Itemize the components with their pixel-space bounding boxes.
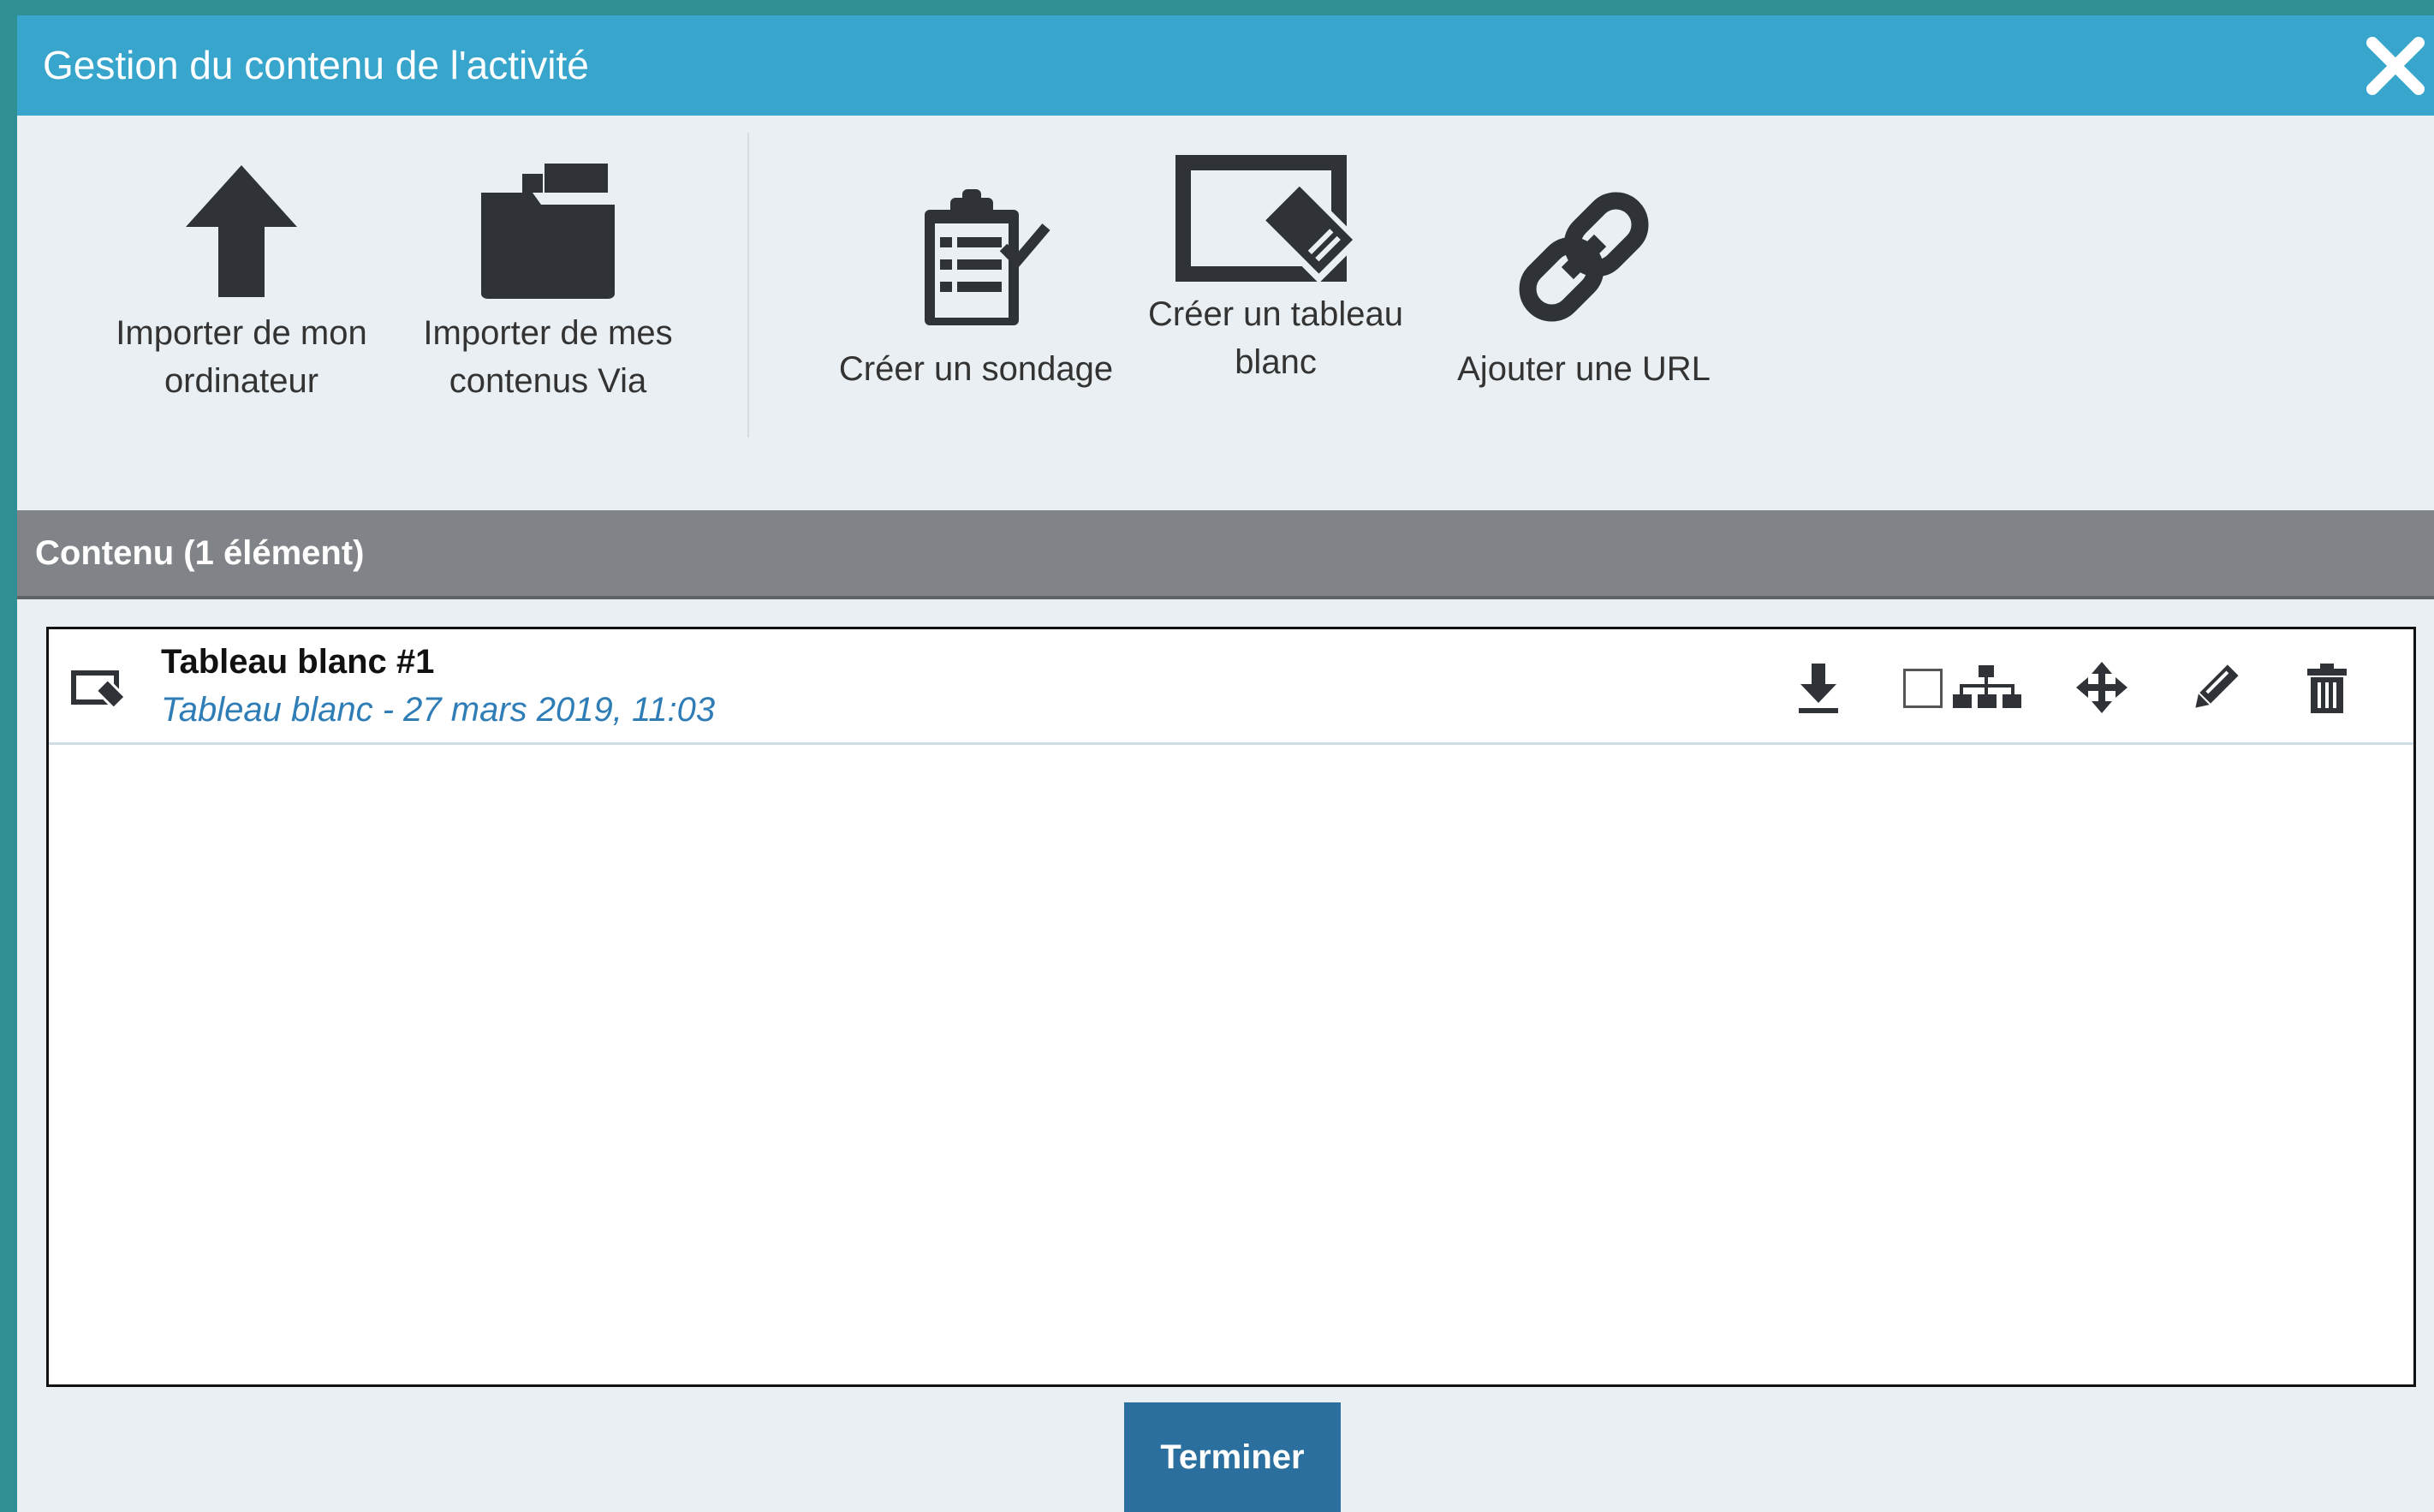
pencil-icon[interactable]	[2187, 662, 2242, 715]
create-whiteboard-label-2: blanc	[1235, 343, 1317, 381]
add-url-label: Ajouter une URL	[1457, 350, 1711, 388]
dialog-titlebar: Gestion du contenu de l'activité	[17, 15, 2434, 116]
create-poll-button[interactable]: Créer un sondage	[822, 184, 1130, 393]
download-icon[interactable]	[1795, 662, 1842, 715]
add-url-button[interactable]: Ajouter une URL	[1430, 184, 1738, 393]
create-whiteboard-button[interactable]: Créer un tableau blanc	[1122, 150, 1430, 386]
import-via-label-2: contenus Via	[449, 362, 647, 400]
link-icon	[1519, 192, 1649, 322]
create-poll-label: Créer un sondage	[838, 350, 1114, 388]
import-from-computer-button[interactable]: Importer de mon ordinateur	[79, 158, 404, 405]
close-button[interactable]	[2364, 34, 2427, 98]
content-count-title: Contenu (1 élément)	[35, 534, 365, 572]
import-from-computer-label-1: Importer de mon	[116, 314, 367, 352]
item-subtitle: Tableau blanc - 27 mars 2019, 11:03	[161, 691, 716, 729]
dialog-title: Gestion du contenu de l'activité	[43, 43, 589, 87]
toolbar: Importer de mon ordinateur Importer de m…	[17, 116, 2434, 525]
content-list: Tableau blanc #1 Tableau blanc - 27 mars…	[46, 627, 2416, 1387]
whiteboard-icon	[71, 670, 128, 710]
trash-icon[interactable]	[2306, 662, 2348, 715]
content-header: Contenu (1 élément)	[17, 510, 2434, 599]
content-management-dialog: Gestion du contenu de l'activité Importe…	[17, 15, 2434, 1512]
import-via-label-1: Importer de mes	[423, 314, 673, 352]
item-title: Tableau blanc #1	[161, 643, 435, 681]
move-icon[interactable]	[2074, 660, 2129, 715]
close-icon	[2366, 37, 2425, 95]
import-via-content-button[interactable]: Importer de mes contenus Via	[394, 158, 702, 405]
whiteboard-icon	[1175, 155, 1361, 283]
finish-button[interactable]: Terminer	[1124, 1402, 1341, 1512]
clipboard-check-icon	[925, 189, 1050, 325]
upload-arrow-icon	[186, 165, 297, 297]
list-item[interactable]: Tableau blanc #1 Tableau blanc - 27 mars…	[49, 629, 2413, 745]
folder-icon	[481, 164, 615, 299]
import-from-computer-label-2: ordinateur	[164, 362, 319, 400]
toolbar-divider	[747, 133, 749, 438]
create-whiteboard-label-1: Créer un tableau	[1148, 295, 1403, 333]
hierarchy-icon[interactable]	[1953, 664, 2021, 711]
item-select-checkbox[interactable]	[1903, 669, 1943, 708]
